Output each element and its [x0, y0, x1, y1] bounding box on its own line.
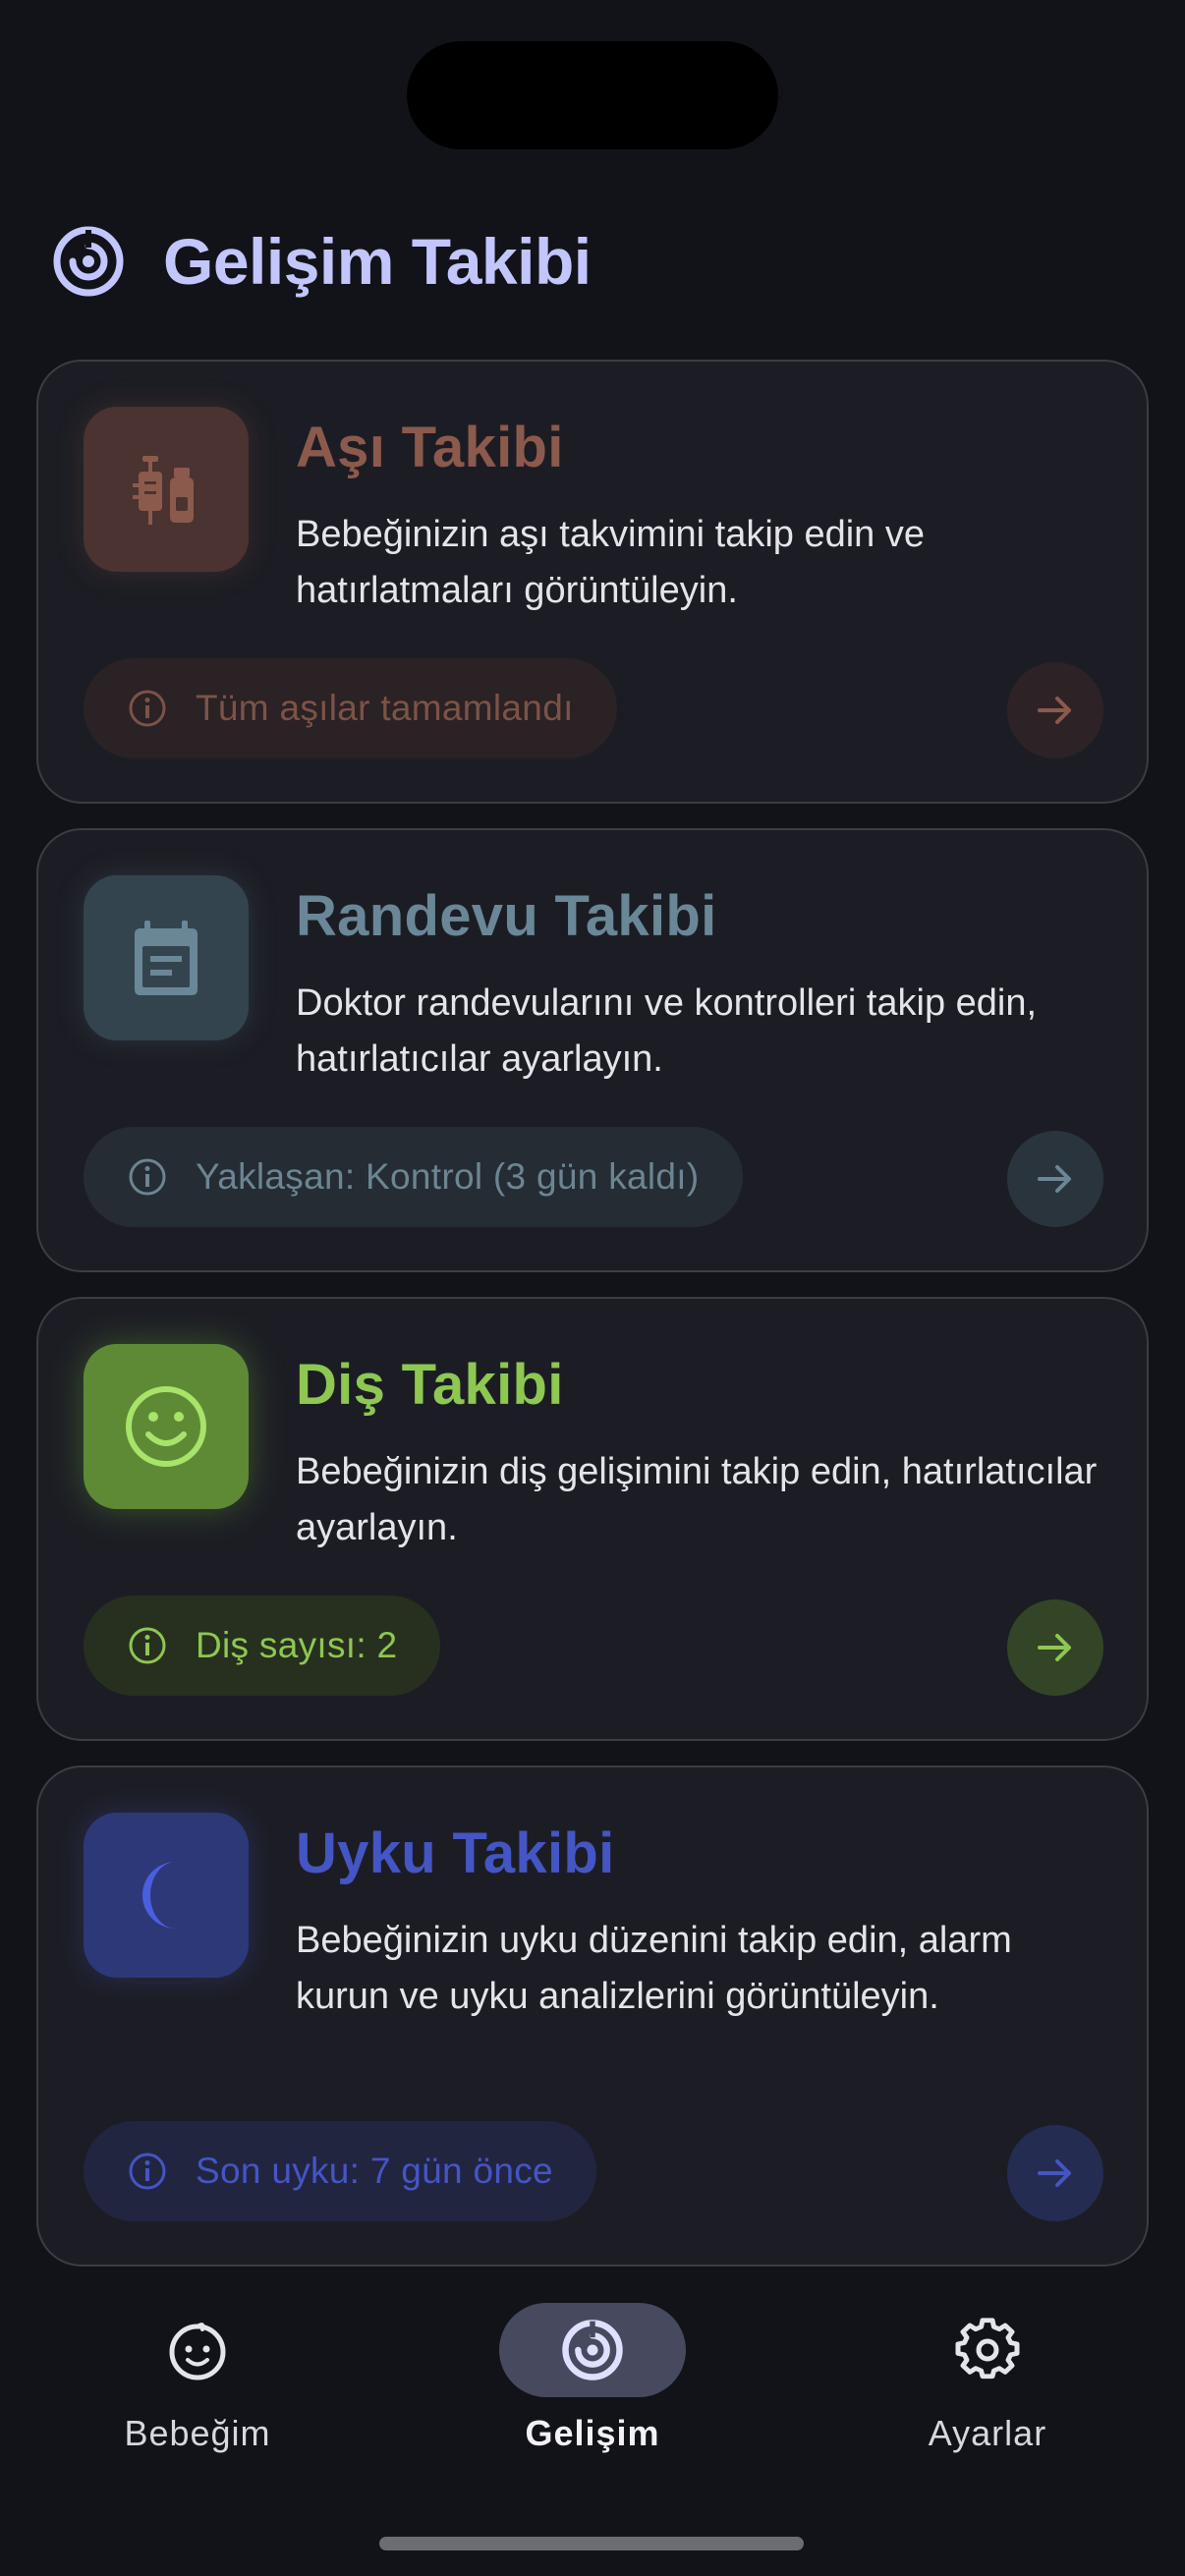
card-title: Uyku Takibi — [296, 1821, 615, 1885]
status-text: Tüm aşılar tamamlandı — [196, 688, 574, 728]
development-radar-icon — [53, 226, 124, 297]
card-description: Doktor randevularını ve kontrolleri taki… — [296, 982, 1038, 1080]
nav-item-ayarlar[interactable]: Ayarlar — [840, 2303, 1135, 2454]
calendar-icon — [135, 921, 198, 995]
status-badge: Yaklaşan: Kontrol (3 gün kaldı) — [84, 1127, 743, 1227]
card-description: Bebeğinizin aşı takvimini takip edin ve … — [296, 514, 926, 611]
open-sleep-button[interactable] — [1007, 2125, 1103, 2221]
development-radar-icon — [562, 2320, 623, 2380]
arrow-right-icon — [1038, 2159, 1071, 2187]
status-text: Son uyku: 7 gün önce — [196, 2151, 553, 2191]
nav-label: Gelişim — [525, 2413, 660, 2453]
card-title: Aşı Takibi — [296, 416, 564, 479]
smiley-face-icon — [126, 1386, 206, 1467]
teeth-tracking-card[interactable]: Diş Takibi Bebeğinizin diş gelişimini ta… — [36, 1297, 1149, 1741]
info-icon — [129, 690, 166, 727]
status-text: Diş sayısı: 2 — [196, 1625, 398, 1665]
bottom-navigation: Bebeğim Gelişim Ayarlar — [0, 2279, 1185, 2576]
arrow-right-icon — [1038, 697, 1071, 724]
page-header: Gelişim Takibi — [53, 224, 592, 299]
nav-icon-wrap — [104, 2303, 291, 2397]
status-badge: Son uyku: 7 gün önce — [84, 2121, 596, 2221]
status-text: Yaklaşan: Kontrol (3 gün kaldı) — [196, 1156, 700, 1197]
arrow-right-icon — [1038, 1634, 1071, 1661]
home-indicator[interactable] — [379, 2537, 804, 2550]
card-title: Diş Takibi — [296, 1353, 564, 1417]
appointment-tracking-card[interactable]: Randevu Takibi Doktor randevularını ve k… — [36, 828, 1149, 1272]
arrow-right-icon — [1038, 1165, 1071, 1193]
dynamic-island — [407, 41, 778, 149]
vaccine-syringe-icon — [133, 456, 194, 525]
nav-item-gelisim[interactable]: Gelişim — [445, 2303, 740, 2454]
info-icon — [129, 1627, 166, 1664]
info-icon — [129, 1158, 166, 1196]
open-vaccine-button[interactable] — [1007, 662, 1103, 758]
sleep-tracking-card[interactable]: Uyku Takibi Bebeğinizin uyku düzenini ta… — [36, 1765, 1149, 2267]
status-badge: Tüm aşılar tamamlandı — [84, 658, 617, 758]
gear-icon — [955, 2318, 1020, 2380]
status-badge: Diş sayısı: 2 — [84, 1596, 441, 1696]
card-description: Bebeğinizin uyku düzenini takip edin, al… — [296, 1920, 1012, 2017]
page-title: Gelişim Takibi — [163, 225, 592, 298]
open-appointment-button[interactable] — [1007, 1131, 1103, 1227]
info-icon — [129, 2153, 166, 2190]
moon-icon — [141, 1862, 176, 1929]
open-teeth-button[interactable] — [1007, 1599, 1103, 1696]
nav-item-bebegim[interactable]: Bebeğim — [50, 2303, 345, 2454]
app-screen: Gelişim Takibi Aşı Takibi Bebeğinizin aş… — [0, 0, 1185, 2576]
nav-label: Ayarlar — [928, 2413, 1047, 2453]
baby-face-icon — [169, 2323, 226, 2380]
nav-label: Bebeğim — [124, 2413, 271, 2453]
nav-icon-wrap-active — [499, 2303, 686, 2397]
card-title: Randevu Takibi — [296, 884, 717, 948]
appointment-icon-box — [84, 875, 249, 1040]
sleep-icon-box — [84, 1813, 249, 1978]
nav-icon-wrap — [894, 2303, 1081, 2397]
card-description: Bebeğinizin diş gelişimini takip edin, h… — [296, 1451, 1098, 1548]
teeth-icon-box — [84, 1344, 249, 1509]
vaccine-icon-box — [84, 407, 249, 572]
vaccine-tracking-card[interactable]: Aşı Takibi Bebeğinizin aşı takvimini tak… — [36, 360, 1149, 804]
